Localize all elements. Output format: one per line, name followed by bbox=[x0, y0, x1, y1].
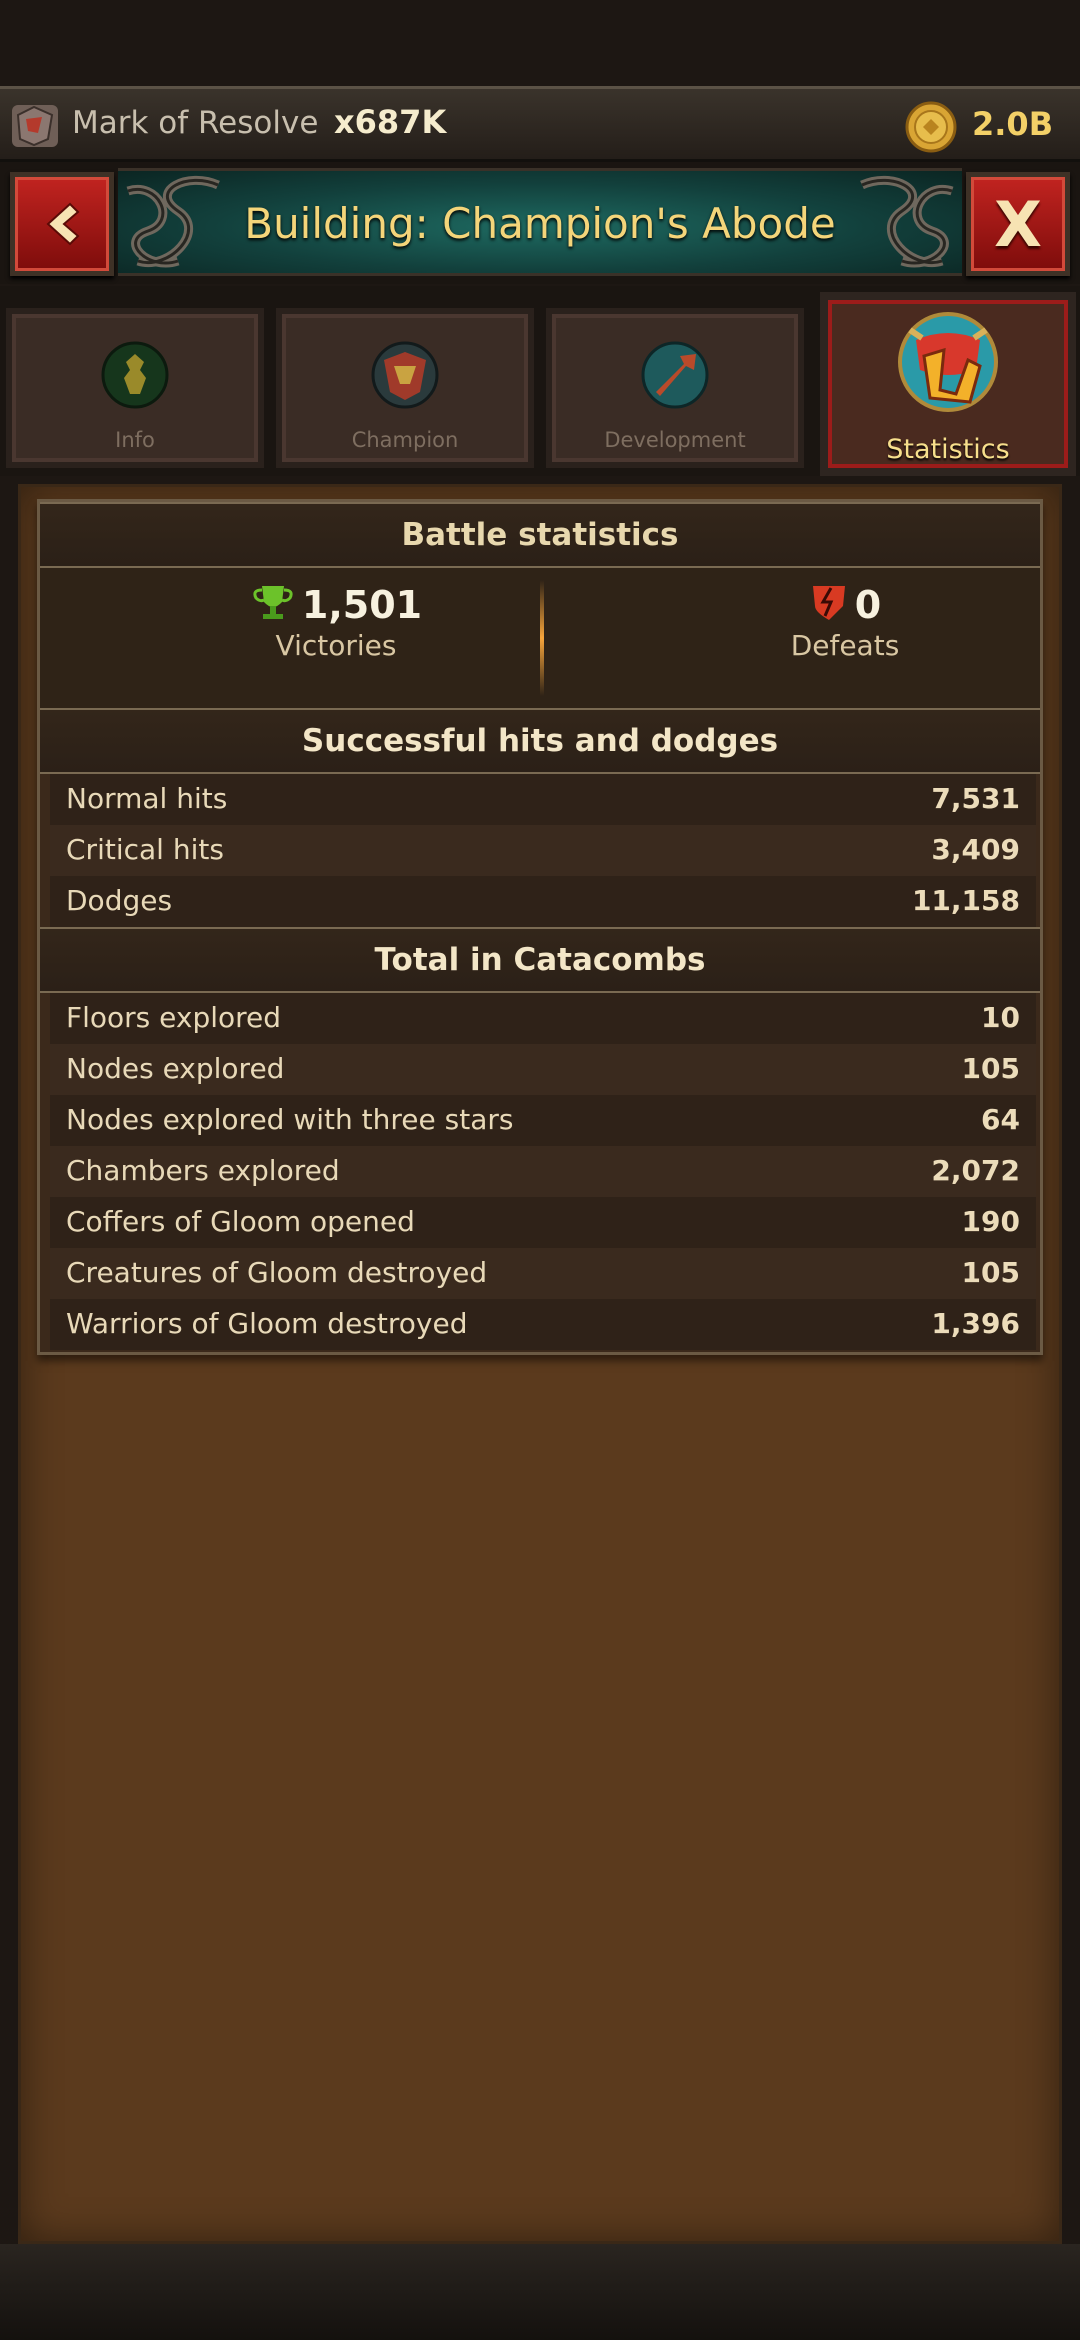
defeats-count: 0 bbox=[854, 583, 882, 627]
row-label: Critical hits bbox=[66, 833, 224, 866]
table-row: Nodes explored 105 bbox=[50, 1044, 1036, 1095]
resource-count: x687K bbox=[334, 103, 447, 141]
row-label: Dodges bbox=[66, 884, 173, 917]
row-value: 2,072 bbox=[931, 1154, 1020, 1187]
mark-of-resolve-icon bbox=[12, 105, 58, 147]
row-label: Nodes explored bbox=[66, 1052, 285, 1085]
resource-bar: Mark of Resolve x687K 2.0B bbox=[0, 86, 1080, 162]
divider bbox=[540, 580, 544, 696]
row-label: Warriors of Gloom destroyed bbox=[66, 1307, 468, 1340]
row-label: Floors explored bbox=[66, 1001, 282, 1034]
gold-coin-icon bbox=[905, 101, 957, 153]
tab-info[interactable]: Info bbox=[6, 308, 264, 468]
table-row: Coffers of Gloom opened 190 bbox=[50, 1197, 1036, 1248]
statistics-icon bbox=[898, 312, 998, 412]
bottom-border bbox=[0, 2244, 1080, 2340]
tab-champion[interactable]: Champion bbox=[276, 308, 534, 468]
row-value: 1,396 bbox=[931, 1307, 1020, 1340]
row-label: Creatures of Gloom destroyed bbox=[66, 1256, 488, 1289]
row-value: 10 bbox=[981, 1001, 1020, 1034]
table-row: Nodes explored with three stars 64 bbox=[50, 1095, 1036, 1146]
tab-statistics[interactable]: Statistics bbox=[820, 292, 1076, 476]
title-panel: Building: Champion's Abode bbox=[118, 168, 962, 276]
chevron-left-icon bbox=[46, 202, 80, 246]
battle-summary: 1,501 Victories 0 Defeats bbox=[40, 568, 1040, 708]
row-value: 64 bbox=[981, 1103, 1020, 1136]
close-button[interactable]: X bbox=[966, 172, 1070, 276]
row-value: 105 bbox=[961, 1256, 1020, 1289]
victories-block: 1,501 Victories bbox=[136, 582, 536, 662]
table-row: Floors explored 10 bbox=[50, 993, 1036, 1044]
section-heading-battle: Battle statistics bbox=[40, 502, 1040, 568]
tab-label: Development bbox=[604, 428, 746, 452]
victories-count: 1,501 bbox=[301, 583, 423, 627]
development-icon bbox=[641, 341, 709, 409]
tab-bar: Info Champion Development Statistics bbox=[0, 286, 1080, 476]
tab-development[interactable]: Development bbox=[546, 308, 804, 468]
gold-amount: 2.0B bbox=[972, 105, 1054, 143]
title-bar: Building: Champion's Abode X bbox=[0, 162, 1080, 284]
table-row: Normal hits 7,531 bbox=[50, 774, 1036, 825]
table-row: Chambers explored 2,072 bbox=[50, 1146, 1036, 1197]
defeats-block: 0 Defeats bbox=[645, 582, 1045, 662]
back-button[interactable] bbox=[10, 172, 114, 276]
champion-icon bbox=[371, 341, 439, 409]
tab-label: Champion bbox=[351, 428, 459, 452]
table-row: Warriors of Gloom destroyed 1,396 bbox=[50, 1299, 1036, 1350]
resource-name: Mark of Resolve bbox=[72, 105, 319, 141]
row-value: 7,531 bbox=[931, 782, 1020, 815]
row-value: 11,158 bbox=[911, 884, 1020, 917]
victories-label: Victories bbox=[275, 629, 397, 662]
defeats-label: Defeats bbox=[790, 629, 900, 662]
content-area: Battle statistics 1,501 Victories 0 Defe… bbox=[18, 484, 1062, 2244]
section-heading-catacombs: Total in Catacombs bbox=[40, 927, 1040, 993]
tab-label: Info bbox=[115, 428, 155, 452]
row-label: Nodes explored with three stars bbox=[66, 1103, 514, 1136]
row-value: 105 bbox=[961, 1052, 1020, 1085]
trophy-icon bbox=[253, 586, 293, 619]
page-title: Building: Champion's Abode bbox=[244, 199, 836, 248]
info-icon bbox=[101, 341, 169, 409]
table-row: Creatures of Gloom destroyed 105 bbox=[50, 1248, 1036, 1299]
statistics-panel: Battle statistics 1,501 Victories 0 Defe… bbox=[37, 499, 1043, 1355]
row-label: Chambers explored bbox=[66, 1154, 340, 1187]
row-label: Coffers of Gloom opened bbox=[66, 1205, 415, 1238]
row-value: 3,409 bbox=[931, 833, 1020, 866]
tab-label: Statistics bbox=[886, 434, 1010, 465]
table-row: Critical hits 3,409 bbox=[50, 825, 1036, 876]
row-label: Normal hits bbox=[66, 782, 228, 815]
row-value: 190 bbox=[961, 1205, 1020, 1238]
close-icon: X bbox=[994, 187, 1042, 261]
section-heading-hits: Successful hits and dodges bbox=[40, 708, 1040, 774]
table-row: Dodges 11,158 bbox=[50, 876, 1036, 927]
broken-shield-icon bbox=[812, 586, 845, 620]
